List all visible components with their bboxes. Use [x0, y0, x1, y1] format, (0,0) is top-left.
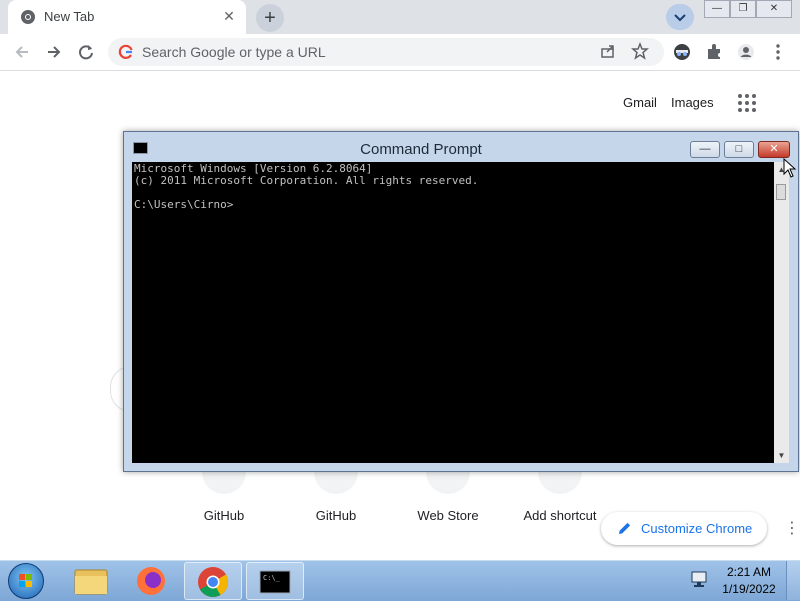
show-desktop-button[interactable]	[786, 561, 800, 600]
shortcut-menu-icon[interactable]: ⋮	[784, 521, 800, 537]
windows-logo-icon	[19, 574, 32, 587]
omnibox[interactable]	[108, 38, 664, 66]
chrome-favicon-icon	[21, 10, 35, 24]
cmd-close-button[interactable]: ✕	[758, 141, 790, 158]
chevron-down-icon	[674, 14, 686, 22]
google-apps-icon[interactable]	[738, 94, 758, 114]
bookmark-star-icon[interactable]	[630, 41, 650, 62]
customize-chrome-label: Customize Chrome	[641, 521, 753, 536]
cmd-title: Command Prompt	[360, 141, 482, 158]
reload-icon[interactable]	[76, 42, 96, 62]
taskbar-explorer-button[interactable]	[62, 562, 120, 600]
cmd-console-area[interactable]: Microsoft Windows [Version 6.2.8064] (c)…	[132, 162, 782, 463]
images-link[interactable]: Images	[671, 95, 714, 110]
svg-text:C:\_: C:\_	[263, 574, 281, 582]
cmd-maximize-button[interactable]: □	[724, 141, 754, 158]
network-icon[interactable]	[690, 570, 708, 588]
shortcut-label: GitHub	[203, 508, 245, 523]
firefox-icon	[137, 567, 165, 595]
cmd-icon: C:\_	[259, 570, 291, 594]
explorer-icon	[74, 569, 108, 595]
gmail-link[interactable]: Gmail	[623, 95, 657, 110]
google-g-icon	[118, 44, 133, 59]
browser-toolbar	[0, 34, 800, 71]
clock-date[interactable]: 1/19/2022	[718, 582, 780, 596]
taskbar: C:\_	[0, 560, 800, 601]
new-tab-button[interactable]: +	[256, 4, 284, 32]
chrome-icon	[198, 567, 229, 598]
omnibox-input[interactable]	[142, 38, 582, 66]
scroll-down-icon[interactable]: ▼	[774, 448, 789, 463]
shortcut-label: Add shortcut	[523, 508, 597, 523]
cmd-title-bar[interactable]: Command Prompt — □ ✕	[124, 132, 798, 162]
shortcut-label: GitHub	[315, 508, 357, 523]
scroll-thumb[interactable]	[776, 184, 786, 200]
pencil-icon	[619, 522, 631, 534]
forward-icon[interactable]	[44, 42, 64, 62]
cmd-vertical-scrollbar[interactable]: ▲ ▼	[774, 162, 789, 463]
taskbar-chrome-button[interactable]	[184, 562, 242, 600]
window-restore-button[interactable]: ❐	[730, 0, 756, 18]
window-close-button[interactable]: ✕	[756, 0, 792, 18]
start-button[interactable]	[8, 563, 44, 599]
clock-time[interactable]: 2:21 AM	[726, 565, 772, 579]
customize-chrome-button[interactable]: Customize Chrome	[601, 512, 767, 545]
extensions-icon[interactable]	[704, 42, 724, 62]
shortcut-label: Web Store	[417, 508, 479, 523]
cmd-minimize-button[interactable]: —	[690, 141, 720, 158]
tab-title: New Tab	[44, 9, 95, 24]
tab-search-button[interactable]	[666, 4, 694, 30]
window-minimize-button[interactable]: —	[704, 0, 730, 18]
tab-close-icon[interactable]: ✕	[220, 7, 238, 25]
share-icon[interactable]	[598, 42, 618, 62]
menu-icon[interactable]	[768, 42, 788, 62]
tab-new-tab[interactable]: New Tab ✕	[8, 0, 246, 34]
back-icon[interactable]	[12, 42, 32, 62]
taskbar-firefox-button[interactable]	[122, 562, 180, 600]
cmd-console-text: Microsoft Windows [Version 6.2.8064] (c)…	[134, 162, 479, 211]
command-prompt-window[interactable]: Command Prompt — □ ✕ Microsoft Windows […	[123, 131, 799, 472]
tab-strip: New Tab ✕ + — ❐ ✕	[0, 0, 800, 34]
mouse-cursor-icon	[783, 158, 797, 178]
taskbar-cmd-button[interactable]: C:\_	[246, 562, 304, 600]
profile-icon[interactable]	[736, 42, 756, 62]
incognito-icon[interactable]	[672, 42, 692, 62]
